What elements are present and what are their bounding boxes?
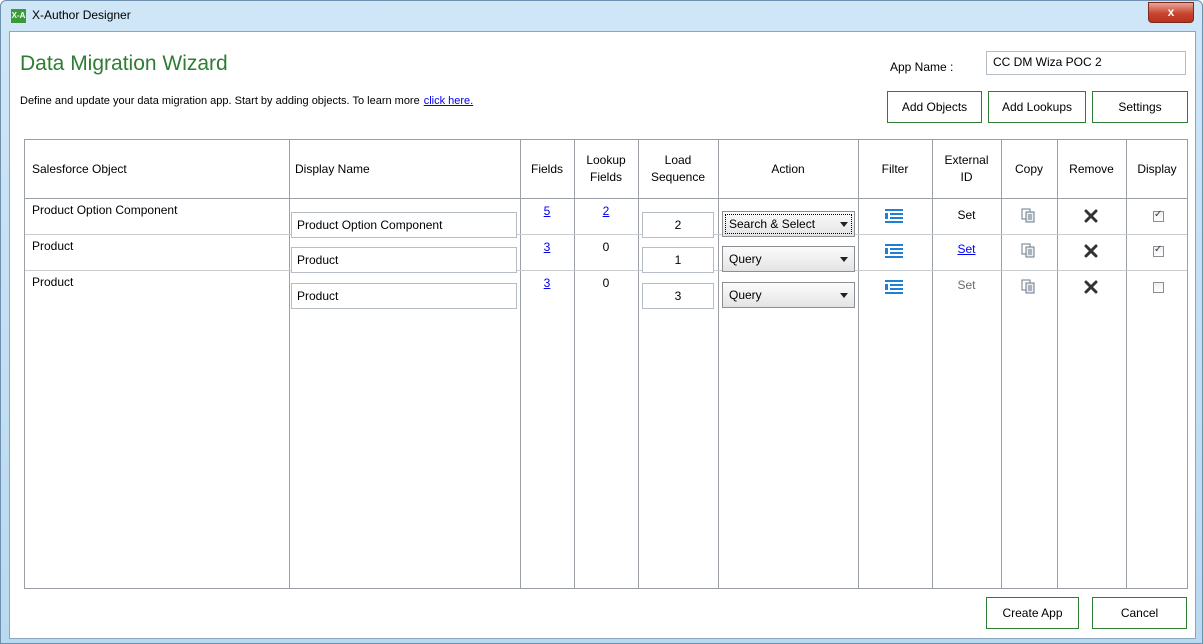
remove-x-icon[interactable] bbox=[1084, 209, 1098, 223]
row-object-name: Product bbox=[32, 239, 74, 253]
lookup-fields-value: 0 bbox=[602, 276, 610, 290]
display-checkbox[interactable] bbox=[1153, 282, 1164, 293]
chevron-down-icon bbox=[840, 257, 848, 262]
objects-grid: Salesforce Object Display Name Fields Lo… bbox=[24, 139, 1188, 589]
settings-button[interactable]: Settings bbox=[1092, 91, 1188, 123]
close-button[interactable]: x bbox=[1148, 2, 1194, 23]
page-subtitle: Define and update your data migration ap… bbox=[20, 95, 473, 107]
window-title: X-Author Designer bbox=[32, 8, 131, 22]
add-lookups-button[interactable]: Add Lookups bbox=[988, 91, 1086, 123]
external-id-label: Set bbox=[957, 278, 976, 292]
chevron-down-icon bbox=[840, 293, 848, 298]
header-line: ID bbox=[960, 170, 973, 184]
action-dropdown[interactable]: Query bbox=[722, 282, 855, 308]
copy-icon[interactable] bbox=[1021, 279, 1035, 294]
col-header-load-sequence: Load Sequence bbox=[638, 140, 718, 198]
header-line: Sequence bbox=[650, 170, 706, 184]
column-divider bbox=[718, 140, 719, 588]
fields-link[interactable]: 3 bbox=[520, 240, 574, 254]
app-window: X-A X-Author Designer x Data Migration W… bbox=[0, 0, 1203, 644]
col-header-salesforce-object: Salesforce Object bbox=[32, 161, 127, 176]
header-line: Load bbox=[664, 153, 692, 167]
filter-list-icon[interactable] bbox=[885, 209, 903, 223]
action-dropdown[interactable]: Search & Select bbox=[722, 211, 855, 237]
learn-more-link[interactable]: click here. bbox=[424, 95, 474, 107]
action-dropdown-value: Query bbox=[729, 252, 762, 266]
display-name-input[interactable]: Product bbox=[291, 283, 517, 309]
remove-x-icon[interactable] bbox=[1084, 280, 1098, 294]
app-name-label: App Name : bbox=[890, 60, 954, 74]
app-name-input[interactable]: CC DM Wiza POC 2 bbox=[986, 51, 1186, 75]
lookup-fields-value: 0 bbox=[602, 240, 610, 254]
app-logo-icon: X-A bbox=[11, 9, 26, 23]
add-objects-button[interactable]: Add Objects bbox=[887, 91, 982, 123]
header-line: External bbox=[944, 153, 989, 167]
action-dropdown[interactable]: Query bbox=[722, 246, 855, 272]
display-name-input[interactable]: Product Option Component bbox=[291, 212, 517, 238]
col-header-remove: Remove bbox=[1069, 161, 1114, 176]
row-divider bbox=[25, 234, 1187, 235]
load-sequence-input[interactable]: 2 bbox=[642, 212, 714, 238]
col-header-display-name: Display Name bbox=[295, 161, 370, 176]
row-divider bbox=[25, 270, 1187, 271]
column-divider bbox=[1001, 140, 1002, 588]
col-header-external-id: External ID bbox=[932, 140, 1001, 198]
header-divider bbox=[25, 198, 1187, 199]
chevron-down-icon bbox=[840, 222, 848, 227]
display-checkbox[interactable] bbox=[1153, 244, 1164, 257]
col-header-fields: Fields bbox=[530, 161, 563, 176]
header-line: Fields bbox=[589, 170, 622, 184]
column-divider bbox=[289, 140, 290, 588]
create-app-button[interactable]: Create App bbox=[986, 597, 1079, 629]
external-id-set-link[interactable]: Set bbox=[932, 242, 1001, 256]
page-title: Data Migration Wizard bbox=[20, 52, 228, 75]
lookup-fields-link[interactable]: 2 bbox=[574, 204, 638, 218]
action-dropdown-value: Query bbox=[729, 288, 762, 302]
filter-list-icon[interactable] bbox=[885, 244, 903, 258]
load-sequence-input[interactable]: 1 bbox=[642, 247, 714, 273]
fields-link[interactable]: 3 bbox=[520, 276, 574, 290]
col-header-copy: Copy bbox=[1014, 161, 1043, 176]
col-header-action: Action bbox=[771, 161, 805, 176]
copy-icon[interactable] bbox=[1021, 243, 1035, 258]
fields-link[interactable]: 5 bbox=[520, 204, 574, 218]
row-object-name: Product bbox=[32, 275, 74, 289]
wizard-panel: Data Migration Wizard Define and update … bbox=[9, 31, 1196, 639]
filter-list-icon[interactable] bbox=[885, 280, 903, 294]
col-header-filter: Filter bbox=[881, 161, 909, 176]
column-divider bbox=[1126, 140, 1127, 588]
display-name-input[interactable]: Product bbox=[291, 247, 517, 273]
action-dropdown-value: Search & Select bbox=[729, 217, 816, 231]
remove-x-icon[interactable] bbox=[1084, 244, 1098, 258]
title-bar: X-A X-Author Designer x bbox=[1, 1, 1202, 31]
copy-icon[interactable] bbox=[1021, 208, 1035, 223]
display-checkbox[interactable] bbox=[1153, 209, 1164, 222]
col-header-lookup-fields: Lookup Fields bbox=[574, 140, 638, 198]
row-object-name: Product Option Component bbox=[32, 203, 178, 217]
load-sequence-input[interactable]: 3 bbox=[642, 283, 714, 309]
col-header-display: Display bbox=[1137, 161, 1177, 176]
external-id-label: Set bbox=[957, 208, 976, 222]
cancel-button[interactable]: Cancel bbox=[1092, 597, 1187, 629]
subtitle-text: Define and update your data migration ap… bbox=[20, 95, 420, 107]
column-divider bbox=[858, 140, 859, 588]
column-divider bbox=[1057, 140, 1058, 588]
column-divider bbox=[638, 140, 639, 588]
header-line: Lookup bbox=[586, 153, 626, 167]
